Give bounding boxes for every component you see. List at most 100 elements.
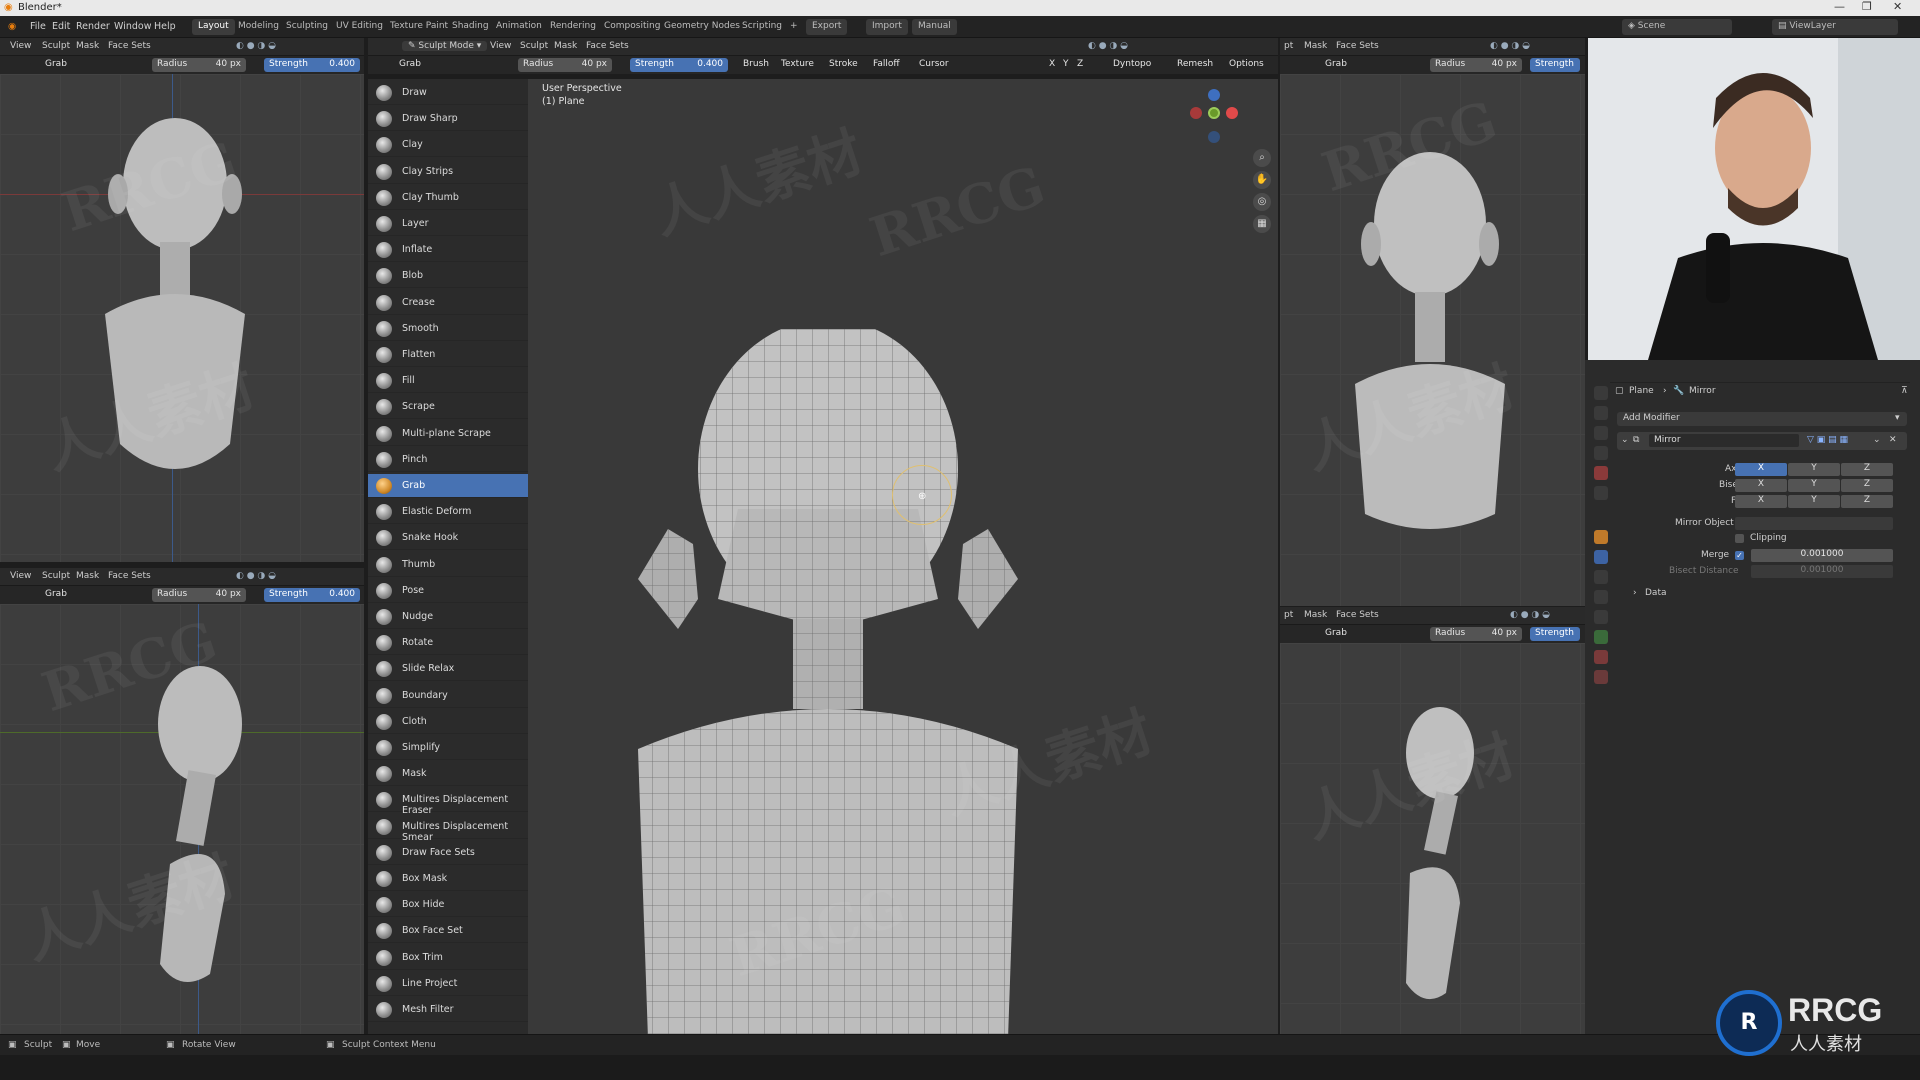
minimize-button[interactable]: — xyxy=(1834,0,1845,13)
brush-item[interactable]: Crease xyxy=(368,291,528,315)
menu-mask[interactable]: Mask xyxy=(76,571,99,581)
brush-item[interactable]: Draw Face Sets xyxy=(368,841,528,865)
pin-icon[interactable]: ⊼ xyxy=(1901,386,1908,396)
menu-sculpt-partial[interactable]: pt xyxy=(1284,41,1293,51)
particles-tab-icon[interactable] xyxy=(1594,570,1608,584)
brush-name[interactable]: Grab xyxy=(40,588,72,602)
shading-icon[interactable]: ◐ ● ◑ ◒ xyxy=(1088,41,1128,51)
flip-z-toggle[interactable]: Z xyxy=(1841,495,1893,508)
left-top-viewport[interactable]: RRCG 人人素材 xyxy=(0,74,364,562)
brush-item[interactable]: Blob xyxy=(368,264,528,289)
radius-field[interactable]: Radius 40 px xyxy=(152,58,246,72)
physics-tab-icon[interactable] xyxy=(1594,590,1608,604)
menu-mask[interactable]: Mask xyxy=(1304,41,1327,51)
brush-item[interactable]: Cloth xyxy=(368,710,528,734)
shading-icon[interactable]: ◐ ● ◑ ◒ xyxy=(236,571,276,581)
strength-field[interactable]: Strength 0.400 xyxy=(264,588,360,602)
left-bottom-viewport[interactable]: RRCG 人人素材 xyxy=(0,604,364,1034)
texture-dropdown[interactable]: Texture xyxy=(776,58,819,72)
tab-compositing[interactable]: Compositing xyxy=(598,19,666,35)
menu-mask[interactable]: Mask xyxy=(1304,610,1327,620)
menu-sculpt[interactable]: Sculpt xyxy=(42,571,70,581)
brush-item[interactable]: Pinch xyxy=(368,448,528,472)
mode-selector[interactable]: ✎ Sculpt Mode ▾ xyxy=(402,41,488,51)
close-button[interactable]: ✕ xyxy=(1893,0,1902,13)
brush-item[interactable]: Boundary xyxy=(368,684,528,708)
menu-face-sets[interactable]: Face Sets xyxy=(586,41,629,51)
menu-view[interactable]: View xyxy=(10,41,31,51)
brush-name[interactable]: Grab xyxy=(1320,627,1352,641)
blender-menu-icon[interactable]: ◉ xyxy=(8,21,16,32)
menu-face-sets[interactable]: Face Sets xyxy=(108,41,151,51)
brush-item[interactable]: Pose xyxy=(368,579,528,603)
brush-item[interactable]: Clay xyxy=(368,133,528,158)
bisect-y-toggle[interactable]: Y xyxy=(1788,479,1840,492)
menu-face-sets[interactable]: Face Sets xyxy=(108,571,151,581)
modifier-menu-icon[interactable]: ⌄ xyxy=(1873,435,1881,445)
gizmo-x-axis[interactable] xyxy=(1226,107,1238,119)
pan-hand-icon[interactable]: ✋ xyxy=(1253,171,1271,189)
radius-field[interactable]: Radius 40 px xyxy=(1430,58,1522,72)
brush-item[interactable]: Clay Thumb xyxy=(368,186,528,210)
cursor-dropdown[interactable]: Cursor xyxy=(914,58,954,72)
zoom-icon[interactable]: ⌕ xyxy=(1253,149,1271,167)
shading-icon[interactable]: ◐ ● ◑ ◒ xyxy=(1510,610,1550,620)
bisect-z-toggle[interactable]: Z xyxy=(1841,479,1893,492)
tab-layout[interactable]: Layout xyxy=(192,19,235,35)
modifier-name-field[interactable]: Mirror xyxy=(1649,434,1799,447)
axis-x-toggle[interactable]: X xyxy=(1735,463,1787,476)
tab-rendering[interactable]: Rendering xyxy=(544,19,602,35)
tab-geometry-nodes[interactable]: Geometry Nodes xyxy=(658,19,746,35)
export-button[interactable]: Export xyxy=(806,19,848,35)
shading-icon[interactable]: ◐ ● ◑ ◒ xyxy=(236,41,276,51)
tab-animation[interactable]: Animation xyxy=(490,19,548,35)
bisect-distance-field[interactable]: 0.001000 xyxy=(1751,565,1893,578)
tab-sculpting[interactable]: Sculpting xyxy=(280,19,334,35)
flip-x-toggle[interactable]: X xyxy=(1735,495,1787,508)
strength-field[interactable]: Strength 0.400 xyxy=(630,58,728,72)
modifier-delete-icon[interactable]: ✕ xyxy=(1889,435,1897,445)
brush-item[interactable]: Mesh Filter xyxy=(368,998,528,1022)
tab-shading[interactable]: Shading xyxy=(446,19,495,35)
strength-field[interactable]: Strength xyxy=(1530,627,1580,641)
output-tab-icon[interactable] xyxy=(1594,426,1608,440)
stroke-dropdown[interactable]: Stroke xyxy=(824,58,863,72)
brush-item[interactable]: Layer xyxy=(368,212,528,236)
brush-item[interactable]: Draw xyxy=(368,81,528,105)
maximize-button[interactable]: ❐ xyxy=(1862,0,1872,13)
brush-item[interactable]: Box Hide xyxy=(368,893,528,918)
gizmo-neg-x-axis[interactable] xyxy=(1190,107,1202,119)
tab-scripting[interactable]: Scripting xyxy=(736,19,788,35)
brush-item[interactable]: Box Face Set xyxy=(368,919,528,944)
mirror-object-field[interactable] xyxy=(1735,517,1893,530)
view-layer-selector[interactable]: ▤ ViewLayer xyxy=(1772,19,1898,35)
axis-z-toggle[interactable]: Z xyxy=(1841,463,1893,476)
menu-view[interactable]: View xyxy=(10,571,31,581)
brush-item[interactable]: Grab xyxy=(368,474,528,498)
brush-item[interactable]: Multires Displacement Smear xyxy=(368,815,528,843)
import-button[interactable]: Import xyxy=(866,19,908,35)
falloff-dropdown[interactable]: Falloff xyxy=(868,58,905,72)
data-subpanel-label[interactable]: Data xyxy=(1645,588,1667,598)
gizmo-neg-z-axis[interactable] xyxy=(1208,131,1220,143)
brush-item[interactable]: Simplify xyxy=(368,736,528,760)
brush-item[interactable]: Box Trim xyxy=(368,946,528,970)
menu-mask[interactable]: Mask xyxy=(76,41,99,51)
brush-name[interactable]: Grab xyxy=(40,58,72,72)
brush-item[interactable]: Smooth xyxy=(368,317,528,341)
constraints-tab-icon[interactable] xyxy=(1594,610,1608,624)
world-tab-icon[interactable] xyxy=(1594,486,1608,500)
right-bottom-viewport[interactable]: 人人素材 xyxy=(1280,643,1585,1034)
menu-window[interactable]: Window xyxy=(114,21,151,32)
modifier-tab-icon[interactable] xyxy=(1594,550,1608,564)
menu-face-sets[interactable]: Face Sets xyxy=(1336,41,1379,51)
brush-item[interactable]: Line Project xyxy=(368,972,528,996)
grid-icon[interactable]: ▦ xyxy=(1253,215,1271,233)
brush-name[interactable]: Grab xyxy=(1320,58,1352,72)
brush-dropdown[interactable]: Brush xyxy=(738,58,774,72)
merge-distance-field[interactable]: 0.001000 xyxy=(1751,549,1893,562)
shading-icon[interactable]: ◐ ● ◑ ◒ xyxy=(1490,41,1530,51)
brush-item[interactable]: Scrape xyxy=(368,395,528,420)
scene-selector[interactable]: ◈ Scene xyxy=(1622,19,1732,35)
brush-item[interactable]: Snake Hook xyxy=(368,526,528,551)
